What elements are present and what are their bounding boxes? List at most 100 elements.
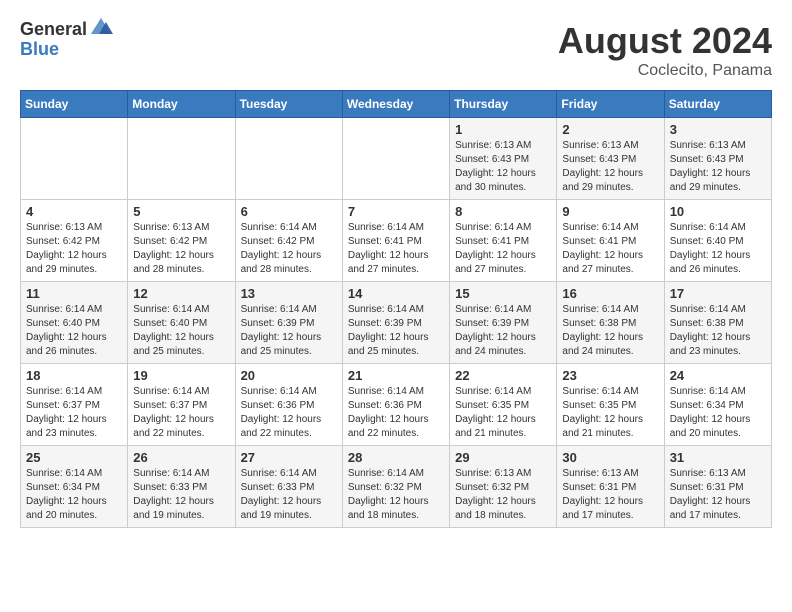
logo-general-text: General (20, 20, 87, 40)
day-info: Sunrise: 6:14 AM Sunset: 6:41 PM Dayligh… (455, 221, 551, 277)
day-number: 17 (670, 286, 766, 301)
logo: General Blue (20, 20, 113, 60)
day-info: Sunrise: 6:13 AM Sunset: 6:31 PM Dayligh… (562, 467, 658, 523)
day-cell: 4 Sunrise: 6:13 AM Sunset: 6:42 PM Daylig… (21, 200, 128, 282)
week-row-1: 1 Sunrise: 6:13 AM Sunset: 6:43 PM Daylig… (21, 118, 772, 200)
day-cell: 25Sunrise: 6:14 AM Sunset: 6:34 PM Dayli… (21, 446, 128, 528)
weekday-header-wednesday: Wednesday (342, 91, 449, 118)
day-info: Sunrise: 6:13 AM Sunset: 6:42 PM Dayligh… (133, 221, 229, 277)
day-number: 16 (562, 286, 658, 301)
day-info: Sunrise: 6:13 AM Sunset: 6:42 PM Dayligh… (26, 221, 122, 277)
week-row-2: 4 Sunrise: 6:13 AM Sunset: 6:42 PM Daylig… (21, 200, 772, 282)
day-number: 3 (670, 122, 766, 137)
day-number: 25 (26, 450, 122, 465)
day-number: 2 (562, 122, 658, 137)
day-cell: 27 Sunrise: 6:14 AM Sunset: 6:33 PM Dayli… (235, 446, 342, 528)
day-cell: 24 Sunrise: 6:14 AM Sunset: 6:34 PM Dayli… (664, 364, 771, 446)
location-subtitle: Coclecito, Panama (558, 62, 772, 80)
day-cell: 13Sunrise: 6:14 AM Sunset: 6:39 PM Dayli… (235, 282, 342, 364)
week-row-3: 11 Sunrise: 6:14 AM Sunset: 6:40 PM Dayli… (21, 282, 772, 364)
weekday-header-friday: Friday (557, 91, 664, 118)
day-cell: 9Sunrise: 6:14 AM Sunset: 6:41 PM Daylig… (557, 200, 664, 282)
day-number: 7 (348, 204, 444, 219)
day-number: 8 (455, 204, 551, 219)
calendar-table: SundayMondayTuesdayWednesdayThursdayFrid… (20, 90, 772, 528)
day-cell (128, 118, 235, 200)
day-cell: 30 Sunrise: 6:13 AM Sunset: 6:31 PM Dayli… (557, 446, 664, 528)
day-info: Sunrise: 6:14 AM Sunset: 6:35 PM Dayligh… (455, 385, 551, 441)
day-number: 24 (670, 368, 766, 383)
day-cell: 31Sunrise: 6:13 AM Sunset: 6:31 PM Dayli… (664, 446, 771, 528)
day-info: Sunrise: 6:14 AM Sunset: 6:41 PM Dayligh… (348, 221, 444, 277)
day-cell: 8 Sunrise: 6:14 AM Sunset: 6:41 PM Daylig… (450, 200, 557, 282)
day-info: Sunrise: 6:14 AM Sunset: 6:41 PM Dayligh… (562, 221, 658, 277)
day-info: Sunrise: 6:14 AM Sunset: 6:40 PM Dayligh… (133, 303, 229, 359)
weekday-header-row: SundayMondayTuesdayWednesdayThursdayFrid… (21, 91, 772, 118)
weekday-header-tuesday: Tuesday (235, 91, 342, 118)
day-cell: 23 Sunrise: 6:14 AM Sunset: 6:35 PM Dayli… (557, 364, 664, 446)
day-number: 28 (348, 450, 444, 465)
page-header: General Blue August 2024 Coclecito, Pana… (20, 20, 772, 80)
day-cell: 17 Sunrise: 6:14 AM Sunset: 6:38 PM Dayli… (664, 282, 771, 364)
calendar-header: SundayMondayTuesdayWednesdayThursdayFrid… (21, 91, 772, 118)
day-info: Sunrise: 6:14 AM Sunset: 6:39 PM Dayligh… (241, 303, 337, 359)
day-number: 14 (348, 286, 444, 301)
day-info: Sunrise: 6:13 AM Sunset: 6:31 PM Dayligh… (670, 467, 766, 523)
day-number: 12 (133, 286, 229, 301)
day-number: 30 (562, 450, 658, 465)
day-info: Sunrise: 6:14 AM Sunset: 6:34 PM Dayligh… (670, 385, 766, 441)
day-cell: 6Sunrise: 6:14 AM Sunset: 6:42 PM Daylig… (235, 200, 342, 282)
day-cell: 2 Sunrise: 6:13 AM Sunset: 6:43 PM Daylig… (557, 118, 664, 200)
day-number: 4 (26, 204, 122, 219)
day-cell: 1 Sunrise: 6:13 AM Sunset: 6:43 PM Daylig… (450, 118, 557, 200)
day-cell: 5Sunrise: 6:13 AM Sunset: 6:42 PM Daylig… (128, 200, 235, 282)
day-info: Sunrise: 6:14 AM Sunset: 6:32 PM Dayligh… (348, 467, 444, 523)
day-cell: 10Sunrise: 6:14 AM Sunset: 6:40 PM Dayli… (664, 200, 771, 282)
day-cell: 21Sunrise: 6:14 AM Sunset: 6:36 PM Dayli… (342, 364, 449, 446)
day-info: Sunrise: 6:13 AM Sunset: 6:32 PM Dayligh… (455, 467, 551, 523)
day-number: 27 (241, 450, 337, 465)
day-cell: 29 Sunrise: 6:13 AM Sunset: 6:32 PM Dayli… (450, 446, 557, 528)
day-cell: 11 Sunrise: 6:14 AM Sunset: 6:40 PM Dayli… (21, 282, 128, 364)
day-number: 29 (455, 450, 551, 465)
day-cell: 28 Sunrise: 6:14 AM Sunset: 6:32 PM Dayli… (342, 446, 449, 528)
day-info: Sunrise: 6:14 AM Sunset: 6:38 PM Dayligh… (670, 303, 766, 359)
day-number: 22 (455, 368, 551, 383)
day-number: 26 (133, 450, 229, 465)
day-number: 15 (455, 286, 551, 301)
day-info: Sunrise: 6:14 AM Sunset: 6:37 PM Dayligh… (133, 385, 229, 441)
day-number: 11 (26, 286, 122, 301)
weekday-header-thursday: Thursday (450, 91, 557, 118)
day-info: Sunrise: 6:14 AM Sunset: 6:38 PM Dayligh… (562, 303, 658, 359)
day-info: Sunrise: 6:14 AM Sunset: 6:33 PM Dayligh… (241, 467, 337, 523)
day-number: 23 (562, 368, 658, 383)
day-number: 18 (26, 368, 122, 383)
day-info: Sunrise: 6:14 AM Sunset: 6:40 PM Dayligh… (670, 221, 766, 277)
day-info: Sunrise: 6:13 AM Sunset: 6:43 PM Dayligh… (670, 139, 766, 195)
weekday-header-saturday: Saturday (664, 91, 771, 118)
day-info: Sunrise: 6:14 AM Sunset: 6:37 PM Dayligh… (26, 385, 122, 441)
day-cell: 19Sunrise: 6:14 AM Sunset: 6:37 PM Dayli… (128, 364, 235, 446)
day-cell: 26 Sunrise: 6:14 AM Sunset: 6:33 PM Dayli… (128, 446, 235, 528)
week-row-4: 18 Sunrise: 6:14 AM Sunset: 6:37 PM Dayli… (21, 364, 772, 446)
day-info: Sunrise: 6:14 AM Sunset: 6:36 PM Dayligh… (241, 385, 337, 441)
day-cell (235, 118, 342, 200)
calendar-body: 1 Sunrise: 6:13 AM Sunset: 6:43 PM Daylig… (21, 118, 772, 528)
weekday-header-sunday: Sunday (21, 91, 128, 118)
day-cell: 7 Sunrise: 6:14 AM Sunset: 6:41 PM Daylig… (342, 200, 449, 282)
weekday-header-monday: Monday (128, 91, 235, 118)
day-number: 1 (455, 122, 551, 137)
day-info: Sunrise: 6:13 AM Sunset: 6:43 PM Dayligh… (562, 139, 658, 195)
day-cell: 3 Sunrise: 6:13 AM Sunset: 6:43 PM Daylig… (664, 118, 771, 200)
day-cell: 14 Sunrise: 6:14 AM Sunset: 6:39 PM Dayli… (342, 282, 449, 364)
title-block: August 2024 Coclecito, Panama (558, 20, 772, 80)
day-info: Sunrise: 6:14 AM Sunset: 6:35 PM Dayligh… (562, 385, 658, 441)
day-info: Sunrise: 6:14 AM Sunset: 6:42 PM Dayligh… (241, 221, 337, 277)
day-info: Sunrise: 6:14 AM Sunset: 6:33 PM Dayligh… (133, 467, 229, 523)
day-info: Sunrise: 6:14 AM Sunset: 6:40 PM Dayligh… (26, 303, 122, 359)
day-cell: 16 Sunrise: 6:14 AM Sunset: 6:38 PM Dayli… (557, 282, 664, 364)
day-info: Sunrise: 6:14 AM Sunset: 6:39 PM Dayligh… (348, 303, 444, 359)
week-row-5: 25Sunrise: 6:14 AM Sunset: 6:34 PM Dayli… (21, 446, 772, 528)
day-cell: 20Sunrise: 6:14 AM Sunset: 6:36 PM Dayli… (235, 364, 342, 446)
day-info: Sunrise: 6:13 AM Sunset: 6:43 PM Dayligh… (455, 139, 551, 195)
